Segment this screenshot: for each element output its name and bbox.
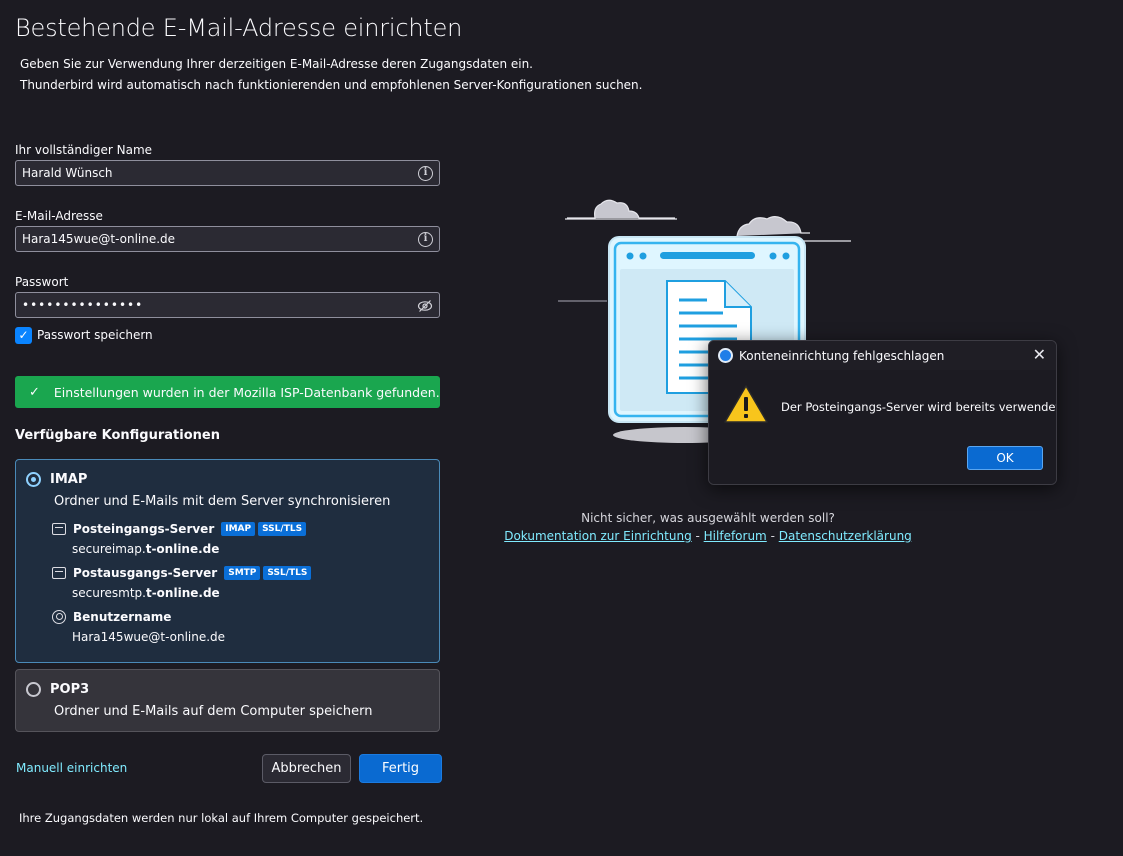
email-label: E-Mail-Adresse (15, 209, 103, 223)
done-button[interactable]: Fertig (359, 754, 442, 783)
unsure-text: Nicht sicher, was ausgewählt werden soll… (581, 511, 835, 525)
checkmark-icon: ✓ (18, 328, 29, 342)
server-icon (52, 567, 66, 579)
pop3-title: POP3 (50, 682, 90, 697)
incoming-protocol-badge: IMAP (221, 522, 256, 536)
outgoing-server-row: Postausgangs-Server SMTP SSL/TLS (52, 566, 312, 580)
incoming-host-prefix: secureimap. (72, 542, 146, 556)
incoming-server-row: Posteingangs-Server IMAP SSL/TLS (52, 522, 307, 536)
name-field[interactable]: Harald Wünsch i (15, 160, 440, 186)
imap-title: IMAP (50, 472, 88, 487)
checkmark-icon: ✓ (29, 384, 40, 400)
email-value[interactable]: Hara145wue@t-online.de (22, 232, 418, 246)
outgoing-host-prefix: securesmtp. (72, 586, 146, 600)
incoming-server-label: Posteingangs-Server (73, 522, 215, 536)
info-icon[interactable]: i (418, 165, 433, 181)
config-option-pop3[interactable]: POP3 Ordner und E-Mails auf dem Computer… (15, 669, 440, 732)
dialog-title: Konteneinrichtung fehlgeschlagen (739, 349, 945, 363)
close-icon[interactable]: ✕ (1033, 345, 1046, 364)
footer-note: Ihre Zugangsdaten werden nur lokal auf I… (19, 811, 424, 825)
intro-line-1: Geben Sie zur Verwendung Ihrer derzeitig… (20, 57, 533, 71)
page-title: Bestehende E-Mail-Adresse einrichten (15, 14, 463, 42)
docs-link[interactable]: Dokumentation zur Einrichtung (504, 529, 691, 543)
imap-radio[interactable] (26, 472, 41, 487)
password-label: Passwort (15, 275, 69, 289)
warning-icon (723, 383, 769, 429)
email-field[interactable]: Hara145wue@t-online.de i (15, 226, 440, 252)
forum-link[interactable]: Hilfeforum (704, 529, 767, 543)
success-message: Einstellungen wurden in der Mozilla ISP-… (53, 384, 440, 400)
outgoing-server-label: Postausgangs-Server (73, 566, 218, 580)
thunderbird-icon (718, 348, 733, 363)
name-value[interactable]: Harald Wünsch (22, 166, 418, 180)
pop3-radio[interactable] (26, 682, 41, 697)
outgoing-host-domain: t-online.de (145, 586, 220, 600)
privacy-link[interactable]: Datenschutzerklärung (779, 529, 912, 543)
manual-setup-link[interactable]: Manuell einrichten (16, 761, 127, 775)
outgoing-protocol-badge: SMTP (224, 566, 261, 580)
dialog-body: Der Posteingangs-Server wird bereits ver… (709, 370, 1057, 484)
configs-heading: Verfügbare Konfigurationen (15, 428, 220, 443)
pop3-description: Ordner und E-Mails auf dem Computer spei… (54, 704, 373, 719)
password-value[interactable]: ••••••••••••••• (22, 298, 417, 312)
outgoing-security-badge: SSL/TLS (263, 566, 312, 580)
username-row: Benutzername (52, 610, 175, 624)
username-value: Hara145wue@t-online.de (72, 630, 226, 644)
outgoing-server-host: securesmtp.t-online.de (72, 586, 220, 600)
server-icon (52, 523, 66, 535)
eye-off-icon[interactable] (417, 298, 433, 312)
intro-line-2: Thunderbird wird automatisch nach funkti… (20, 78, 643, 92)
incoming-server-host: secureimap.t-online.de (72, 542, 219, 556)
save-password-label[interactable]: Passwort speichern (37, 328, 153, 342)
user-icon (52, 610, 66, 624)
incoming-host-domain: t-online.de (145, 542, 220, 556)
help-links: Dokumentation zur Einrichtung - Hilfefor… (490, 529, 926, 543)
ok-button[interactable]: OK (967, 446, 1043, 470)
error-dialog: Konteneinrichtung fehlgeschlagen ✕ Der P… (708, 340, 1057, 485)
name-label: Ihr vollständiger Name (15, 143, 153, 157)
link-separator: - (766, 529, 779, 543)
username-label: Benutzername (73, 610, 172, 624)
save-password-checkbox[interactable]: ✓ (15, 327, 32, 344)
config-option-imap[interactable]: IMAP Ordner und E-Mails mit dem Server s… (15, 459, 440, 663)
incoming-security-badge: SSL/TLS (258, 522, 307, 536)
dialog-titlebar[interactable]: Konteneinrichtung fehlgeschlagen ✕ (709, 341, 1056, 370)
imap-description: Ordner und E-Mails mit dem Server synchr… (54, 494, 391, 509)
dialog-message: Der Posteingangs-Server wird bereits ver… (781, 400, 1057, 414)
link-separator: - (691, 529, 704, 543)
success-notification: ✓ Einstellungen wurden in der Mozilla IS… (15, 376, 440, 408)
password-field[interactable]: ••••••••••••••• (15, 292, 440, 318)
cancel-button[interactable]: Abbrechen (262, 754, 351, 783)
info-icon[interactable]: i (418, 231, 433, 247)
